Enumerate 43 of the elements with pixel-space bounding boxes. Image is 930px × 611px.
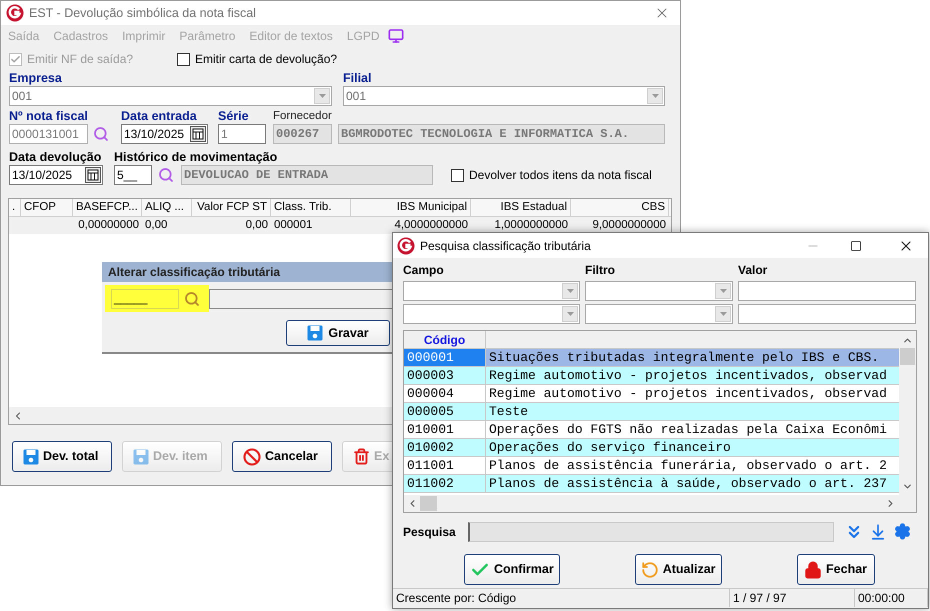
- field-label: Série: [218, 109, 250, 124]
- code-cell: 011002: [404, 475, 486, 492]
- checkbox-label: Emitir NF de saída?: [27, 51, 134, 68]
- table-cell-text: 0,00000000: [77, 218, 140, 233]
- filter-label: Valor: [738, 263, 768, 278]
- code-cell: 000004: [404, 385, 486, 402]
- table-cell-text: 9,0000000000: [591, 218, 667, 233]
- table-cell-text: 000001: [273, 218, 314, 233]
- field-label: Fornecedor: [273, 109, 333, 124]
- description-cell-text: Teste: [488, 403, 528, 420]
- field-label: Data devolução: [9, 150, 102, 165]
- status-text: Crescente por: Código: [393, 589, 730, 607]
- table-cell-text: 1,0000000000: [493, 218, 569, 233]
- code-cell: 000001: [404, 349, 486, 366]
- description-cell-text: Planos de assistência à saúde, observado o art. 237: [488, 475, 887, 492]
- checkbox-label: Devolver todos itens da nota fiscal: [469, 167, 652, 184]
- window-title: Pesquisa classificação tributária: [420, 238, 591, 254]
- window-title: EST - Devolução simbólica da nota fiscal: [29, 4, 256, 22]
- checkbox-label: Emitir carta de devolução?: [195, 51, 338, 68]
- table-cell-text: 0,00: [244, 218, 269, 233]
- code-cell: 010002: [404, 439, 486, 456]
- description-cell-text: Situações tributadas integralmente pelo IBS e CBS.: [488, 349, 880, 366]
- status-text: 00:00:00: [855, 589, 928, 607]
- description-cell-text: Operações do FGTS não realizadas pela Caixa Econômi: [488, 421, 887, 438]
- field-label: Filial: [343, 71, 372, 86]
- field-label: Histórico de movimentação: [114, 150, 278, 165]
- field-label: Empresa: [9, 71, 63, 86]
- description-cell-text: Regime automotivo - projetos incentivados, observad: [488, 385, 887, 402]
- code-cell: 010001: [404, 421, 486, 438]
- description-cell-text: Regime automotivo - projetos incentivados, observad: [488, 367, 887, 384]
- code-cell: 011001: [404, 457, 486, 474]
- field-label: Nº nota fiscal: [9, 109, 89, 124]
- table-cell-text: 0,00: [144, 218, 168, 233]
- code-cell: 000003: [404, 367, 486, 384]
- description-cell-text: Operações do serviço financeiro: [488, 439, 731, 456]
- status-text: 1 / 97 / 97: [730, 589, 855, 607]
- filter-label: Filtro: [585, 263, 616, 278]
- search-label: Pesquisa: [403, 524, 457, 540]
- field-label: Data entrada: [121, 109, 198, 124]
- table-cell-text: 4,0000000000: [393, 218, 469, 233]
- description-cell-text: Planos de assistência funerária, observado o art. 2: [488, 457, 887, 474]
- code-cell: 000005: [404, 403, 486, 420]
- filter-label: Campo: [403, 263, 445, 278]
